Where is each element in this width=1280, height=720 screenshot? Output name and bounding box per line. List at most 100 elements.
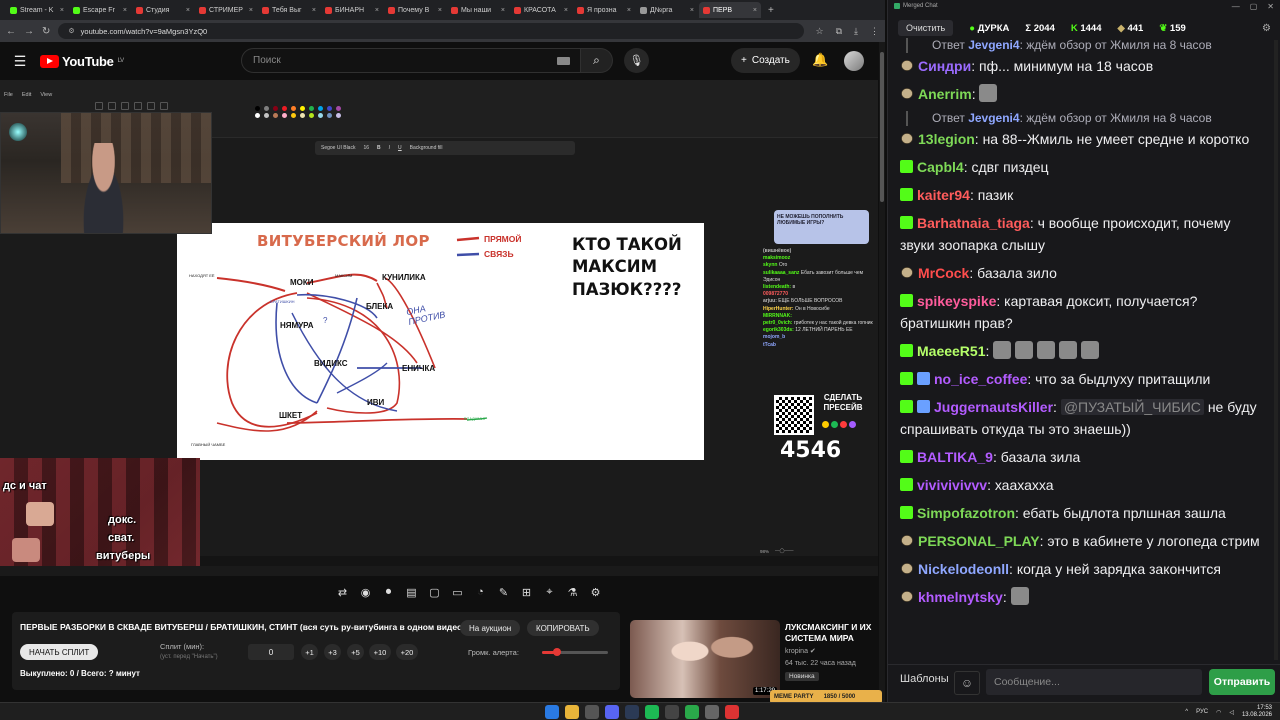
browser-tab[interactable]: Escape Fr ×: [69, 2, 131, 18]
tab-close-icon[interactable]: ×: [123, 7, 127, 14]
message-input[interactable]: Сообщение...: [986, 669, 1202, 695]
extensions-icon[interactable]: ⧉: [836, 26, 842, 37]
tab-close-icon[interactable]: ×: [249, 7, 253, 14]
chat-username[interactable]: Nickelodeonll: [918, 561, 1009, 577]
chat-username[interactable]: MrCock: [918, 265, 969, 281]
inc-5-button[interactable]: +5: [347, 644, 364, 660]
obs-icon[interactable]: [665, 705, 679, 719]
clear-button[interactable]: Очистить: [898, 20, 954, 36]
browser-tab[interactable]: Я прозна ×: [573, 2, 635, 18]
bell-icon[interactable]: 🔔: [812, 52, 828, 68]
site-info-icon[interactable]: ⚙: [68, 27, 74, 35]
new-tab-button[interactable]: +: [768, 5, 774, 16]
chat-username[interactable]: vivivivivvv: [917, 477, 987, 493]
video-thumbnail[interactable]: 1:17:29: [630, 620, 780, 698]
chat-username[interactable]: MaeeeR51: [917, 343, 986, 359]
steam-icon[interactable]: [625, 705, 639, 719]
spotify-icon[interactable]: [645, 705, 659, 719]
frame-icon[interactable]: ▢: [427, 584, 443, 600]
keyboard-icon[interactable]: [557, 57, 570, 65]
chat-username[interactable]: no_ice_coffee: [934, 371, 1027, 387]
reload-icon[interactable]: ↻: [42, 26, 50, 37]
close-icon[interactable]: ✕: [1267, 2, 1274, 11]
chat-username[interactable]: PERSONAL_PLAY: [918, 533, 1040, 549]
emoji-icon[interactable]: ☺: [954, 671, 980, 695]
inc-10-button[interactable]: +10: [369, 644, 391, 660]
browser-tab[interactable]: Stream - K ×: [6, 2, 68, 18]
lang-indicator[interactable]: РУС: [1196, 709, 1208, 715]
microphone-icon[interactable]: 🎙: [624, 48, 649, 73]
browser-tab[interactable]: Тебя Выг ×: [258, 2, 320, 18]
volume-slider[interactable]: [542, 648, 608, 656]
browser-tab[interactable]: Почему В ×: [384, 2, 446, 18]
youtube-logo[interactable]: YouTube LV: [40, 54, 124, 69]
chat-username[interactable]: BALTIKA_9: [917, 449, 993, 465]
create-button[interactable]: + Создать: [731, 48, 800, 73]
wifi-icon[interactable]: ◠: [1216, 709, 1221, 716]
chat-username[interactable]: 13legion: [918, 131, 975, 147]
tab-close-icon[interactable]: ×: [564, 7, 568, 14]
search-taskbar-icon[interactable]: [585, 705, 599, 719]
avatar[interactable]: [844, 51, 864, 71]
tab-close-icon[interactable]: ×: [375, 7, 379, 14]
volume-icon[interactable]: ◁: [1229, 709, 1234, 716]
chat-username[interactable]: Синдри: [918, 58, 971, 74]
url-field[interactable]: ⚙ youtube.com/watch?v=9aMgsn3YzQ0: [58, 23, 804, 39]
tab-close-icon[interactable]: ×: [690, 7, 694, 14]
gear-icon[interactable]: ⚙: [588, 584, 604, 600]
recommended-video[interactable]: 1:17:29 ЛУКСМАКСИНГ И ИХ СИСТЕМА МИРА kr…: [630, 620, 882, 700]
edit-icon[interactable]: ✎: [496, 584, 512, 600]
record-icon[interactable]: ⏺: [381, 584, 397, 600]
chat-username[interactable]: Barhatnaia_tiaga: [917, 215, 1030, 231]
tab-close-icon[interactable]: ×: [438, 7, 442, 14]
search-icon[interactable]: ⌕: [581, 48, 613, 73]
tab-close-icon[interactable]: ×: [186, 7, 190, 14]
rec-title[interactable]: ЛУКСМАКСИНГ И ИХ СИСТЕМА МИРА: [785, 622, 880, 644]
add-icon[interactable]: ⊞: [519, 584, 535, 600]
browser-tab[interactable]: СТРИМЕР ×: [195, 2, 257, 18]
chat-username[interactable]: kaiter94: [917, 187, 970, 203]
inc-20-button[interactable]: +20: [396, 644, 418, 660]
page-scrollbar[interactable]: [879, 42, 885, 702]
chat-username[interactable]: Anerrim: [918, 86, 972, 102]
chat-settings-icon[interactable]: ⚙: [1262, 23, 1271, 34]
chrome-icon[interactable]: [565, 705, 579, 719]
browser-tab[interactable]: ПЕРВ ×: [699, 2, 761, 18]
chat-scrollbar[interactable]: [1274, 40, 1278, 660]
loop-icon[interactable]: ⇄: [335, 584, 351, 600]
copy-button[interactable]: КОПИРОВАТЬ: [527, 620, 599, 636]
browser-tab[interactable]: Д№рга ×: [636, 2, 698, 18]
clapper-icon[interactable]: ▤: [404, 584, 420, 600]
templates-button[interactable]: Шаблоны: [900, 673, 949, 685]
tab-close-icon[interactable]: ×: [753, 7, 757, 14]
volume-knob[interactable]: [552, 648, 561, 656]
chat-mention[interactable]: @ПУЗАТЫЙ_ЧИБИС: [1060, 399, 1204, 415]
bookmark-icon[interactable]: ☆: [816, 26, 824, 37]
screen-icon[interactable]: ▭: [450, 584, 466, 600]
minimize-icon[interactable]: —: [1232, 2, 1240, 11]
windows-start-icon[interactable]: [545, 705, 559, 719]
send-button[interactable]: Отправить: [1209, 669, 1275, 695]
inc-3-button[interactable]: +3: [324, 644, 341, 660]
hamburger-icon[interactable]: ☰: [0, 53, 40, 70]
chat-username[interactable]: khmelnytsky: [918, 589, 1003, 605]
chevron-up-icon[interactable]: ^: [1185, 709, 1188, 715]
forward-icon[interactable]: →: [24, 26, 34, 37]
chat-username[interactable]: Simpofazotron: [917, 505, 1015, 521]
explorer-icon[interactable]: [705, 705, 719, 719]
app-icon-2[interactable]: [725, 705, 739, 719]
chat-username[interactable]: Capbl4: [917, 159, 964, 175]
download-icon[interactable]: ⤓: [854, 26, 858, 37]
browser-tab[interactable]: Студия ×: [132, 2, 194, 18]
search-input[interactable]: Поиск: [241, 48, 581, 73]
discord-icon[interactable]: [605, 705, 619, 719]
browser-tab[interactable]: БИНАРН ×: [321, 2, 383, 18]
audio-icon[interactable]: ◉: [358, 584, 374, 600]
split-input[interactable]: 0: [248, 644, 294, 660]
tab-close-icon[interactable]: ×: [312, 7, 316, 14]
scrollbar-thumb[interactable]: [880, 52, 884, 202]
speed-icon[interactable]: ◔: [473, 584, 489, 600]
menu-icon[interactable]: ⋮: [870, 26, 879, 37]
auction-button[interactable]: На аукцион: [460, 620, 521, 636]
start-split-button[interactable]: НАЧАТЬ СПЛИТ: [20, 644, 99, 660]
